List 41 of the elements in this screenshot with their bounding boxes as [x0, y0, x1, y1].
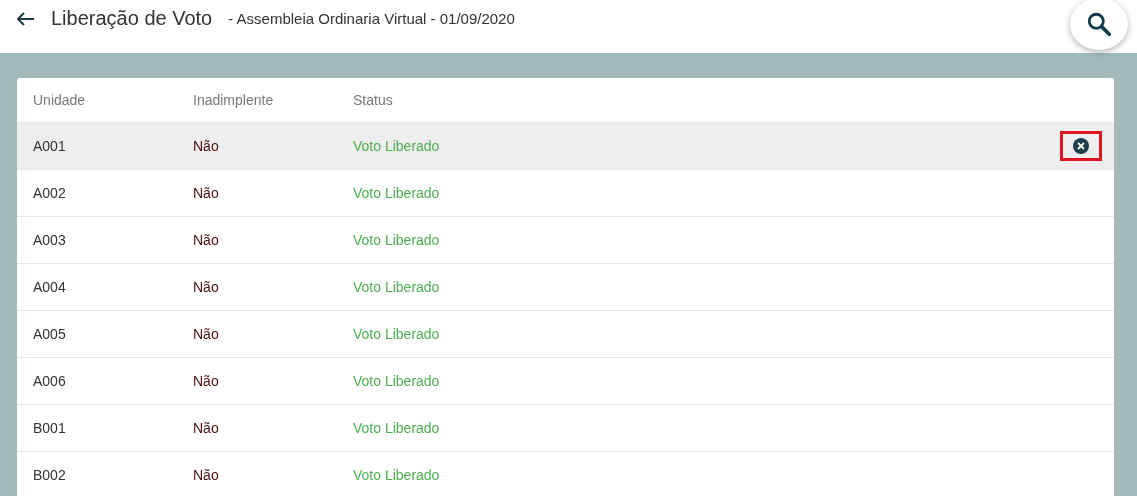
status-cell-text: Voto Liberado	[353, 232, 441, 248]
search-button[interactable]	[1070, 0, 1128, 50]
delinquent-cell-text: Não	[193, 232, 220, 248]
table-row[interactable]: A002 Não Voto Liberado	[17, 169, 1114, 216]
unit-cell-text: A002	[33, 185, 67, 201]
table-row[interactable]: A001 Não Voto Liberado	[17, 122, 1114, 169]
unit-cell-text: A005	[33, 326, 67, 342]
status-cell-text: Voto Liberado	[353, 373, 441, 389]
table-row[interactable]: A005 Não Voto Liberado	[17, 310, 1114, 357]
delinquent-cell-text: Não	[193, 185, 220, 201]
delinquent-cell-text: Não	[193, 138, 220, 154]
unit-cell-text: A004	[33, 279, 67, 295]
column-header: Inadimplente	[193, 92, 275, 108]
status-cell-text: Voto Liberado	[353, 185, 441, 201]
table-row[interactable]: A004 Não Voto Liberado	[17, 263, 1114, 310]
unit-cell-text: A006	[33, 373, 67, 389]
status-cell-text: Voto Liberado	[353, 138, 441, 154]
unit-cell-text: A003	[33, 232, 67, 248]
table-row[interactable]: B002 Não Voto Liberado	[17, 451, 1114, 496]
search-icon	[1086, 11, 1112, 37]
remove-icon[interactable]	[1073, 138, 1089, 154]
delinquent-cell-text: Não	[193, 279, 220, 295]
table-row[interactable]: B001 Não Voto Liberado	[17, 404, 1114, 451]
unit-cell-text: B002	[33, 467, 67, 483]
delinquent-cell-text: Não	[193, 420, 220, 436]
status-cell-text: Voto Liberado	[353, 326, 441, 342]
delinquent-cell-text: Não	[193, 326, 220, 342]
status-cell-text: Voto Liberado	[353, 420, 441, 436]
column-header: Status	[353, 92, 394, 108]
status-cell-text: Voto Liberado	[353, 467, 441, 483]
unit-cell-text: B001	[33, 420, 67, 436]
back-arrow-icon[interactable]	[17, 11, 35, 26]
page-title: Liberação de Voto	[51, 7, 213, 30]
delinquent-cell-text: Não	[193, 373, 220, 389]
column-header: Unidade	[33, 92, 87, 108]
table-row[interactable]: A006 Não Voto Liberado	[17, 357, 1114, 404]
delinquent-cell-text: Não	[193, 467, 220, 483]
table-row[interactable]: A003 Não Voto Liberado	[17, 216, 1114, 263]
unit-cell-text: A001	[33, 138, 67, 154]
page-subtitle: - Assembleia Ordinaria Virtual - 01/09/2020	[228, 10, 515, 27]
status-cell-text: Voto Liberado	[353, 279, 441, 295]
